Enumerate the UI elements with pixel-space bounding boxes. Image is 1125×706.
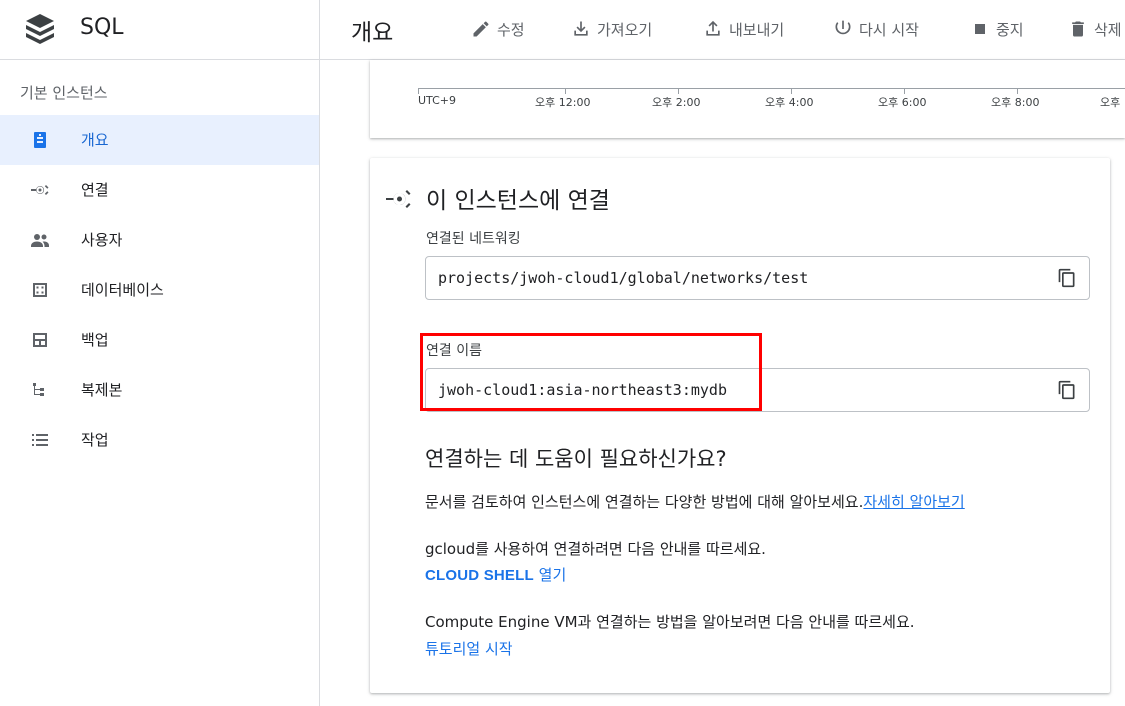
connect-card: 이 인스턴스에 연결 연결된 네트워킹 projects/jwoh-cloud1… [370,158,1110,693]
connection-name-value: jwoh-cloud1:asia-northeast3:mydb [438,381,727,399]
sidebar-item-label: 복제본 [81,381,123,399]
timeline-label: 오후 12:00 [535,96,591,109]
trash-icon [1072,21,1084,37]
database-grid-icon [33,283,47,297]
app-name: SQL [80,15,124,40]
docs-paragraph: 문서를 검토하여 인스턴스에 연결하는 다양한 방법에 대해 알아보세요.자세히… [425,491,965,512]
sql-stack-icon [26,14,54,44]
brand-area: SQL [0,0,320,60]
delete-label: 삭제 [1094,20,1122,39]
import-button[interactable]: 가져오기 [571,17,652,41]
restart-button[interactable]: 다시 시작 [833,17,919,41]
connection-icon [31,185,49,195]
export-button[interactable]: 내보내기 [703,17,784,41]
copy-icon[interactable] [1057,380,1077,400]
sidebar-item-label: 연결 [81,181,109,199]
timeline-label: 오후 6:00 [878,96,927,109]
timeline-label: 오후 8:00 [991,96,1040,109]
timeline-label: 오후 2:00 [652,96,701,109]
sidebar-item-label: 작업 [81,431,109,449]
connect-title: 이 인스턴스에 연결 [426,188,610,214]
sidebar-item-label: 사용자 [81,231,123,249]
connection-name-label: 연결 이름 [426,343,482,359]
open-cloud-shell-link[interactable]: CLOUD SHELL 열기 [425,564,566,585]
timeline-label: UTC+9 [418,94,457,107]
timeline-axis [418,88,1125,89]
timeline-label: 오후 [1100,96,1121,109]
replica-tree-icon [33,383,44,396]
import-label: 가져오기 [597,20,653,39]
timeline-label: 오후 4:00 [765,96,814,109]
vm-text: Compute Engine VM과 연결하는 방법을 알아보려면 다음 안내를… [425,613,915,631]
start-tutorial-link[interactable]: 튜토리얼 시작 [425,638,513,659]
delete-button[interactable]: 삭제 [1068,17,1122,41]
sidebar-item-operations[interactable]: 작업 [0,415,319,465]
help-title: 연결하는 데 도움이 필요하신가요? [425,447,727,471]
copy-icon[interactable] [1057,268,1077,288]
network-value: projects/jwoh-cloud1/global/networks/tes… [438,269,809,287]
sidebar-item-overview[interactable]: 개요 [0,115,319,165]
import-icon [574,21,588,36]
sidebar: 기본 인스턴스 개요 연결 사용자 데이터베이스 백업 복제본 작업 [0,60,320,706]
sidebar-item-replicas[interactable]: 복제본 [0,365,319,415]
open-label: 열기 [533,566,567,584]
stop-icon [975,24,985,34]
network-field[interactable]: projects/jwoh-cloud1/global/networks/tes… [425,256,1090,300]
docs-text: 문서를 검토하여 인스턴스에 연결하는 다양한 방법에 대해 알아보세요. [425,493,864,511]
network-label: 연결된 네트워킹 [426,231,521,247]
export-icon [706,20,720,36]
sidebar-item-connections[interactable]: 연결 [0,165,319,215]
edit-label: 수정 [497,20,525,39]
overview-icon [34,132,46,148]
stop-button[interactable]: 중지 [970,17,1024,41]
sidebar-item-label: 백업 [81,331,109,349]
cloud-shell-label: CLOUD SHELL [425,567,534,584]
sidebar-item-backups[interactable]: 백업 [0,315,319,365]
learn-more-link[interactable]: 자세히 알아보기 [863,493,964,511]
restart-label: 다시 시작 [859,20,919,39]
backup-icon [33,333,47,347]
connection-name-field[interactable]: jwoh-cloud1:asia-northeast3:mydb [425,368,1090,412]
top-bar: SQL 개요 수정 가져오기 내보내기 다시 시작 중지 삭제 [0,0,1125,60]
sidebar-section-title: 기본 인스턴스 [20,84,108,102]
list-icon [32,434,48,446]
sidebar-item-users[interactable]: 사용자 [0,215,319,265]
pencil-icon [473,21,489,37]
timeline-card: UTC+9 오후 12:00 오후 2:00 오후 4:00 오후 6:00 오… [370,60,1125,138]
edit-button[interactable]: 수정 [471,17,525,41]
users-icon [31,234,49,247]
power-icon [835,20,851,35]
export-label: 내보내기 [729,20,785,39]
sidebar-item-label: 개요 [81,131,109,149]
sidebar-item-label: 데이터베이스 [81,281,164,299]
connection-icon [386,190,411,208]
stop-label: 중지 [996,20,1024,39]
page-title: 개요 [351,20,394,46]
sidebar-item-databases[interactable]: 데이터베이스 [0,265,319,315]
gcloud-text: gcloud를 사용하여 연결하려면 다음 안내를 따르세요. [425,540,766,558]
